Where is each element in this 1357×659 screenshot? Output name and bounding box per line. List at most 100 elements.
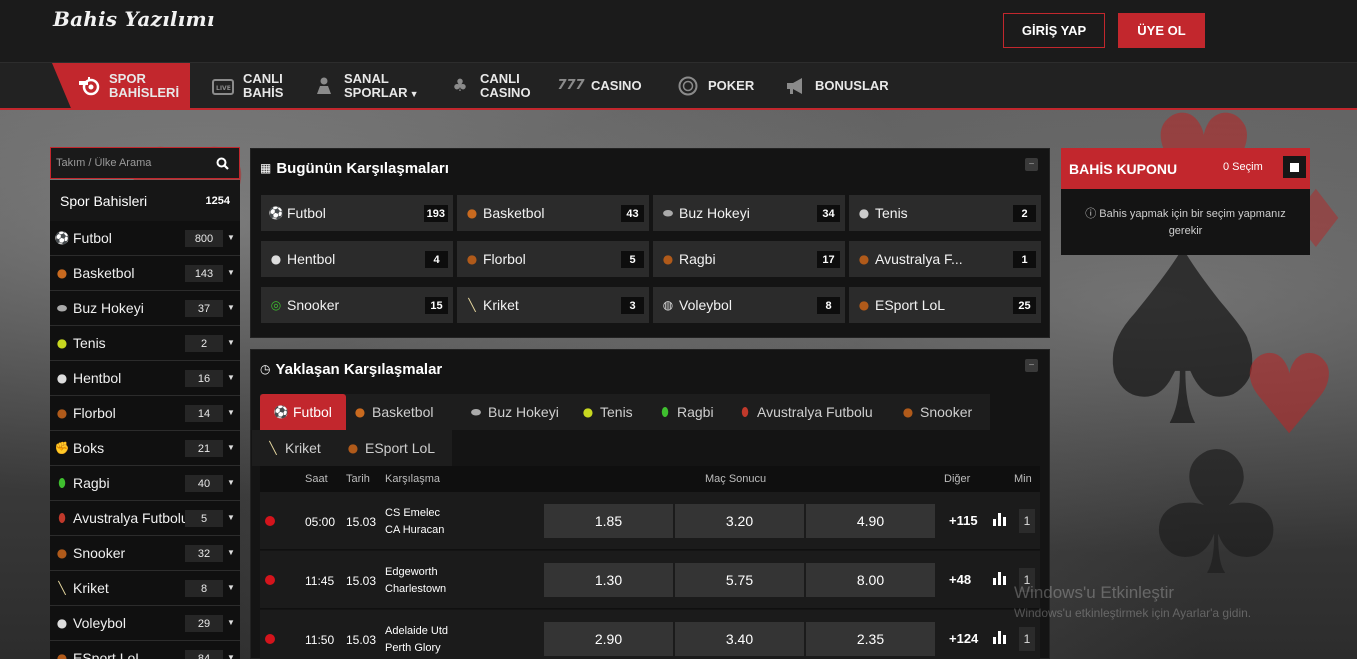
betslip-toggle-button[interactable] [1283,156,1306,178]
nav-item-poker[interactable]: POKER [677,63,754,109]
collapse-button[interactable]: − [1025,158,1038,171]
nav-item-canli-casino[interactable]: ♣ CANLI CASINO [449,63,530,109]
today-sport-snooker[interactable]: ◎ Snooker 15 [261,287,453,323]
today-sport-ragbi[interactable]: ● Ragbi 17 [653,241,845,277]
football-icon: ⚽ [273,405,289,419]
tab-avustralya-futbolu[interactable]: ⬮ Avustralya Futbolu [724,394,887,430]
today-sport-kriket[interactable]: ╲ Kriket 3 [457,287,649,323]
match-teams[interactable]: CS Emelec CA Huracan [385,505,444,539]
snooker-icon: ● [56,546,68,560]
live-indicator [265,516,275,526]
cards-icon: ♣ [452,76,468,96]
register-button[interactable]: ÜYE OL [1118,13,1205,48]
club-suit-decoration: ♣ [1140,416,1293,614]
sidebar-item-tenis[interactable]: ● Tenis 2 ▼ [50,326,240,361]
handball-icon: ● [270,252,282,266]
handball-icon: ● [56,371,68,385]
sidebar-item-hentbol[interactable]: ● Hentbol 16 ▼ [50,361,240,396]
sports-menu-header: Spor Bahisleri 1254 [50,180,240,221]
snooker-icon: ◎ [270,298,282,312]
odd-away[interactable]: 4.90 [806,504,935,538]
more-bets-link[interactable]: +115 [949,513,978,528]
today-sport-futbol[interactable]: ⚽ Futbol 193 [261,195,453,231]
odd-away[interactable]: 2.35 [806,622,935,656]
tab-snooker[interactable]: ● Snooker [887,394,987,430]
collapse-button[interactable]: − [1025,359,1038,372]
nav-item-sanal-sporlar[interactable]: SANAL SPORLAR ▼ [313,63,418,109]
chevron-down-icon: ▼ [227,548,235,557]
sidebar-item-futbol[interactable]: ⚽ Futbol 800 ▼ [50,221,240,256]
esport-icon: ● [858,298,870,312]
match-teams[interactable]: Adelaide Utd Perth Glory [385,623,448,657]
odd-away[interactable]: 8.00 [806,563,935,597]
sidebar-item-florbol[interactable]: ● Florbol 14 ▼ [50,396,240,431]
today-sport-voleybol[interactable]: ◍ Voleybol 8 [653,287,845,323]
sidebar-item-snooker[interactable]: ● Snooker 32 ▼ [50,536,240,571]
more-bets-link[interactable]: +48 [949,572,971,587]
tennis-ball-icon: ● [582,405,594,419]
stats-icon[interactable] [993,631,1006,644]
nav-item-bonuslar[interactable]: BONUSLAR [784,63,889,109]
tab-futbol[interactable]: ⚽ Futbol [260,394,346,430]
search-input[interactable] [51,148,206,178]
odd-draw[interactable]: 3.20 [675,504,804,538]
tab-basketbol[interactable]: ● Basketbol [353,394,448,430]
tab-ragbi[interactable]: ⬮ Ragbi [644,394,728,430]
today-sport-basketbol[interactable]: ● Basketbol 43 [457,195,649,231]
cricket-bat-icon: ╲ [468,298,476,312]
odd-home[interactable]: 1.85 [544,504,673,538]
tab-esport-lol[interactable]: ● ESport LoL [332,430,450,466]
table-row: 11:50 15.03 Adelaide Utd Perth Glory 2.90… [260,610,1040,659]
sidebar-item-boks[interactable]: ✊ Boks 21 ▼ [50,431,240,466]
login-button[interactable]: GİRİŞ YAP [1003,13,1105,48]
today-sport-avustralya-futbolu[interactable]: ● Avustralya F... 1 [849,241,1041,277]
more-bets-link[interactable]: +124 [949,631,978,646]
sidebar-item-basketbol[interactable]: ● Basketbol 143 ▼ [50,256,240,291]
odd-draw[interactable]: 3.40 [675,622,804,656]
tab-kriket[interactable]: ╲ Kriket [252,430,335,466]
volleyball-icon: ● [56,616,68,630]
today-sport-esport-lol[interactable]: ● ESport LoL 25 [849,287,1041,323]
search-icon[interactable] [206,148,239,178]
live-tv-icon: LIVE [212,75,234,97]
calendar-icon: ▦ [260,161,272,175]
today-sport-buz-hokeyi[interactable]: ⬬ Buz Hokeyi 34 [653,195,845,231]
sidebar-item-ragbi[interactable]: ⬮ Ragbi 40 ▼ [50,466,240,501]
sidebar-item-avustralya-futbolu[interactable]: ⬮ Avustralya Futbolu 5 ▼ [50,501,240,536]
site-logo[interactable]: Bahis Yazılımı [53,7,215,31]
floorball-icon: ● [466,252,478,266]
stats-icon[interactable] [993,572,1006,585]
chevron-down-icon: ▼ [227,653,235,659]
match-teams[interactable]: Edgeworth Charlestown [385,564,446,598]
football-icon: ⚽ [268,206,284,220]
nav-item-canli-bahis[interactable]: LIVE CANLI BAHİS [212,63,283,109]
total-count: 1254 [205,194,230,207]
rugby-ball-icon: ● [662,252,674,266]
cricket-bat-icon: ╲ [269,441,277,455]
odd-home[interactable]: 1.30 [544,563,673,597]
sidebar-item-voleybol[interactable]: ● Voleybol 29 ▼ [50,606,240,641]
odd-home[interactable]: 2.90 [544,622,673,656]
selection-count: 0 Seçim [1223,161,1263,173]
nav-item-spor-bahisleri[interactable]: SPOR BAHİSLERİ [78,63,179,109]
today-sport-hentbol[interactable]: ● Hentbol 4 [261,241,453,277]
sidebar-item-esport-lol[interactable]: ● ESport LoL 84 ▼ [50,641,240,659]
tab-tenis[interactable]: ● Tenis [567,394,647,430]
sidebar-item-kriket[interactable]: ╲ Kriket 8 ▼ [50,571,240,606]
chevron-down-icon: ▼ [227,373,235,382]
chevron-down-icon: ▼ [227,338,235,347]
today-sport-florbol[interactable]: ● Florbol 5 [457,241,649,277]
team-search [50,147,240,179]
stats-icon[interactable] [993,513,1006,526]
odd-draw[interactable]: 5.75 [675,563,804,597]
slot-777-icon: 777 [557,78,585,93]
sidebar-item-buz-hokeyi[interactable]: ⬬ Buz Hokeyi 37 ▼ [50,291,240,326]
nav-item-casino[interactable]: 777 CASINO [557,63,641,109]
esport-icon: ● [56,651,68,659]
basketball-icon: ● [56,266,68,280]
hockey-puck-icon: ⬬ [56,300,68,315]
tab-buz-hokeyi[interactable]: ⬬ Buz Hokeyi [455,394,573,430]
top-bar: Bahis Yazılımı GİRİŞ YAP ÜYE OL [0,0,1357,62]
today-sport-tenis[interactable]: ● Tenis 2 [849,195,1041,231]
chevron-down-icon: ▼ [227,303,235,312]
